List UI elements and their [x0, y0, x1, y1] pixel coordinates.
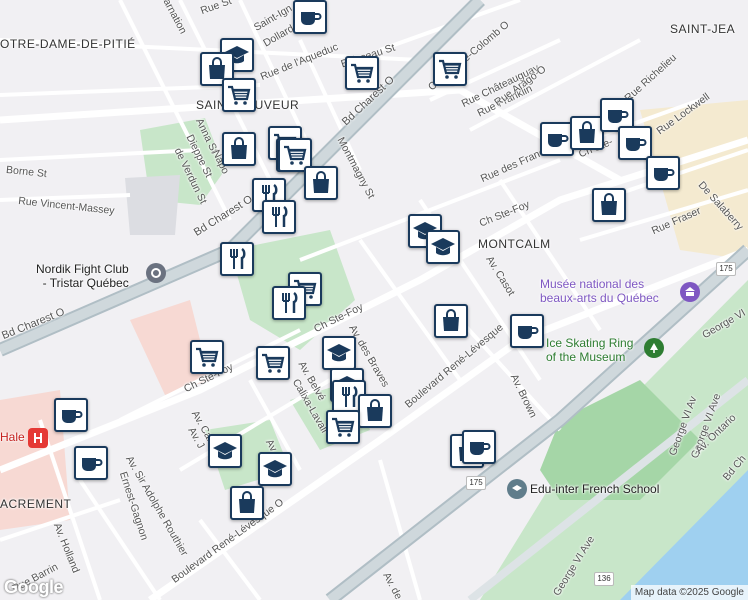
map-marker-cafe[interactable]	[293, 0, 327, 34]
poi-label-nordik: Nordik Fight Club - Tristar Québec	[36, 262, 129, 290]
map-marker-shop[interactable]	[570, 116, 604, 150]
coffee-icon	[604, 102, 630, 128]
area-label-sacrement: ACREMENT	[0, 497, 72, 511]
school-icon	[326, 340, 352, 366]
map-marker-cafe[interactable]	[74, 446, 108, 480]
school-icon	[212, 438, 238, 464]
coffee-icon	[78, 450, 104, 476]
area-label-notre-dame: OTRE-DAME-DE-PITIÉ	[0, 37, 136, 51]
map-marker-school[interactable]	[426, 230, 460, 264]
fork-knife-icon	[224, 246, 250, 272]
coffee-icon	[622, 130, 648, 156]
cart-icon	[260, 350, 286, 376]
coffee-icon	[514, 318, 540, 344]
map-marker-grocery[interactable]	[433, 52, 467, 86]
gym-poi-icon[interactable]	[146, 263, 166, 283]
route-shield: 175	[466, 476, 486, 490]
bag-icon	[362, 398, 388, 424]
school-icon	[262, 456, 288, 482]
map-marker-restaurant[interactable]	[220, 242, 254, 276]
map-marker-grocery[interactable]	[256, 346, 290, 380]
hospital-poi-icon[interactable]	[28, 428, 48, 448]
bag-icon	[226, 136, 252, 162]
map-marker-cafe[interactable]	[646, 156, 680, 190]
school-poi-icon[interactable]	[507, 479, 527, 499]
map-marker-shop[interactable]	[592, 188, 626, 222]
cart-icon	[349, 60, 375, 86]
coffee-icon	[58, 402, 84, 428]
map-marker-cafe[interactable]	[618, 126, 652, 160]
coffee-icon	[297, 4, 323, 30]
cart-icon	[437, 56, 463, 82]
park-poi-icon[interactable]	[644, 338, 664, 358]
map-marker-grocery[interactable]	[345, 56, 379, 90]
poi-label-musee: Musée national des beaux-arts du Québec	[540, 277, 659, 305]
bag-icon	[234, 490, 260, 516]
map-canvas[interactable]: OTRE-DAME-DE-PITIÉ SAINT-SAUVEUR SAINT-J…	[0, 0, 748, 600]
cart-icon	[330, 414, 356, 440]
map-marker-restaurant[interactable]	[272, 286, 306, 320]
coffee-icon	[650, 160, 676, 186]
poi-label-edu-inter: Edu-inter French School	[530, 482, 660, 496]
map-marker-shop[interactable]	[358, 394, 392, 428]
bag-icon	[438, 308, 464, 334]
map-marker-grocery[interactable]	[326, 410, 360, 444]
area-label-saint-jean: SAINT-JEA	[670, 22, 736, 36]
fork-knife-icon	[266, 204, 292, 230]
map-marker-cafe[interactable]	[540, 122, 574, 156]
map-marker-shop[interactable]	[230, 486, 264, 520]
map-marker-shop[interactable]	[304, 166, 338, 200]
museum-poi-icon[interactable]	[680, 282, 700, 302]
map-marker-school[interactable]	[322, 336, 356, 370]
bag-icon	[308, 170, 334, 196]
map-marker-shop[interactable]	[222, 132, 256, 166]
map-marker-cafe[interactable]	[54, 398, 88, 432]
route-shield: 136	[594, 572, 614, 586]
map-marker-grocery[interactable]	[222, 78, 256, 112]
cart-icon	[226, 82, 252, 108]
google-logo: Google	[4, 577, 64, 597]
route-shield: 175	[716, 262, 736, 276]
map-marker-school[interactable]	[208, 434, 242, 468]
coffee-icon	[544, 126, 570, 152]
map-marker-cafe[interactable]	[462, 430, 496, 464]
poi-label-skating: Ice Skating Ring of the Museum	[546, 336, 634, 364]
school-icon	[430, 234, 456, 260]
coffee-icon	[466, 434, 492, 460]
map-marker-restaurant[interactable]	[262, 200, 296, 234]
map-marker-shop[interactable]	[434, 304, 468, 338]
bag-icon	[596, 192, 622, 218]
map-marker-cafe[interactable]	[510, 314, 544, 348]
area-label-montcalm: MONTCALM	[478, 237, 551, 251]
cart-icon	[282, 142, 308, 168]
poi-label-hale: Hale	[0, 430, 25, 444]
cart-icon	[194, 344, 220, 370]
bag-icon	[574, 120, 600, 146]
fork-knife-icon	[276, 290, 302, 316]
map-marker-school[interactable]	[258, 452, 292, 486]
map-attribution[interactable]: Map data ©2025 Google	[630, 585, 748, 600]
map-marker-grocery[interactable]	[190, 340, 224, 374]
